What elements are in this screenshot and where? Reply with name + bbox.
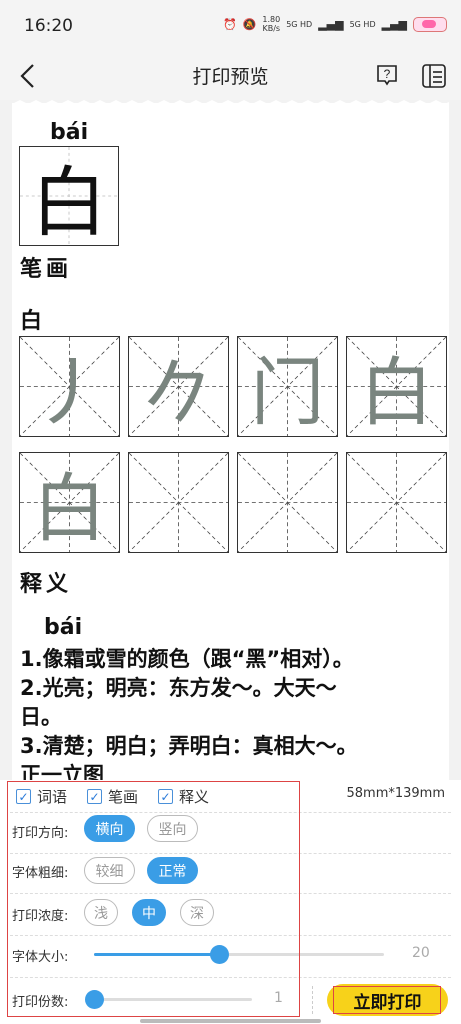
stroke-cell bbox=[128, 452, 229, 553]
density-dark-button[interactable]: 深 bbox=[180, 899, 214, 926]
alarm-icon: ⏰ bbox=[222, 17, 237, 31]
print-now-button[interactable]: 立即打印 bbox=[327, 984, 448, 1016]
net-speed-value: 1.80 bbox=[262, 15, 281, 24]
stroke-cell-character bbox=[347, 453, 446, 552]
meaning-line: 2.光亮；明亮：东方发～。大天～ bbox=[20, 676, 337, 700]
divider bbox=[10, 812, 451, 813]
home-indicator bbox=[140, 1019, 321, 1023]
meaning-line: 1.像霜或雪的颜色（跟“黑”相对）。 bbox=[20, 647, 354, 671]
meaning-line: 3.清楚；明白；弄明白：真相大～。 bbox=[20, 734, 358, 758]
copies-label: 打印份数: bbox=[12, 995, 69, 1010]
mute-bell-icon: 🔕 bbox=[242, 17, 257, 31]
content-checkboxes: ✓ 词语 ✓ 笔画 ✓ 释义 bbox=[16, 786, 225, 807]
font-size-slider[interactable] bbox=[94, 945, 384, 964]
meaning-line: 日。 bbox=[20, 705, 62, 729]
divider bbox=[10, 977, 451, 978]
divider bbox=[10, 853, 451, 854]
thickness-thin-button[interactable]: 较细 bbox=[84, 857, 135, 884]
stroke-character-label: 白 bbox=[20, 309, 43, 334]
direction-portrait-button[interactable]: 竖向 bbox=[147, 815, 198, 842]
status-icons: ⏰ 🔕 1.80 KB/s 5G HD ▂▄▆ 5G HD ▂▄▆ bbox=[223, 15, 447, 33]
net-speed: 1.80 KB/s bbox=[262, 15, 280, 33]
svg-text:?: ? bbox=[384, 67, 391, 81]
paper-size: 58mm*139mm bbox=[346, 786, 445, 801]
copies-value: 1 bbox=[274, 990, 283, 1006]
direction-label: 打印方向: bbox=[12, 826, 69, 841]
stroke-cell: 白 bbox=[346, 336, 447, 437]
signal-1: 5G HD bbox=[286, 19, 313, 29]
font-size-value: 20 bbox=[412, 945, 430, 961]
stroke-cell-character: 白 bbox=[359, 350, 434, 436]
thickness-label: 字体粗细: bbox=[12, 866, 69, 881]
meaning-section-title: 释义 bbox=[20, 572, 73, 597]
meaning-line: 正一立图 bbox=[20, 763, 104, 780]
checkbox-label: 笔画 bbox=[108, 788, 139, 806]
checkbox-check-icon: ✓ bbox=[16, 789, 31, 804]
font-size-slider-fill bbox=[94, 953, 219, 956]
nav-bar: 打印预览 ? bbox=[0, 52, 461, 100]
meaning-list: 1.像霜或雪的颜色（跟“黑”相对）。 2.光亮；明亮：东方发～。大天～ 日。 3… bbox=[20, 645, 445, 780]
stroke-cell-character: 𠂊 bbox=[141, 350, 216, 436]
stroke-cell: 门 bbox=[237, 336, 338, 437]
checkbox-label: 释义 bbox=[179, 788, 210, 806]
stroke-cell-character: 白 bbox=[32, 466, 107, 552]
thickness-normal-button[interactable]: 正常 bbox=[147, 857, 198, 884]
stroke-cell-character: 丿 bbox=[32, 350, 107, 436]
battery-icon bbox=[413, 16, 447, 32]
signal-bars-icon-2: ▂▄▆ bbox=[381, 17, 407, 31]
copies-slider[interactable] bbox=[85, 990, 252, 1009]
meaning-pinyin: bái bbox=[44, 615, 83, 640]
density-light-button[interactable]: 浅 bbox=[84, 899, 118, 926]
main-character: 白 bbox=[31, 158, 107, 247]
direction-landscape-button[interactable]: 横向 bbox=[84, 815, 135, 842]
density-label: 打印浓度: bbox=[12, 909, 69, 924]
checkbox-check-icon: ✓ bbox=[158, 789, 174, 804]
stroke-cell: 白 bbox=[19, 452, 120, 553]
stroke-cell: 丿 bbox=[19, 336, 120, 437]
net-speed-unit: KB/s bbox=[262, 24, 281, 33]
stroke-cell-character bbox=[129, 453, 228, 552]
copies-slider-thumb[interactable] bbox=[85, 990, 104, 1009]
signal-2: 5G HD bbox=[349, 19, 376, 29]
divider bbox=[10, 935, 451, 936]
checkbox-strokes[interactable]: ✓ 笔画 bbox=[87, 786, 138, 807]
checkbox-meaning[interactable]: ✓ 释义 bbox=[158, 786, 209, 807]
stroke-cell bbox=[346, 452, 447, 553]
font-size-slider-thumb[interactable] bbox=[209, 945, 229, 964]
divider bbox=[10, 893, 451, 894]
stroke-cell-character bbox=[238, 453, 337, 552]
stroke-cell: 𠂊 bbox=[128, 336, 229, 437]
stroke-section-title: 笔画 bbox=[20, 257, 73, 282]
density-medium-button[interactable]: 中 bbox=[132, 899, 166, 926]
status-time: 16:20 bbox=[24, 16, 73, 36]
font-size-label: 字体大小: bbox=[12, 950, 69, 965]
signal-bars-icon: ▂▄▆ bbox=[318, 17, 344, 31]
stroke-cell bbox=[237, 452, 338, 553]
status-bar: 16:20 ⏰ 🔕 1.80 KB/s 5G HD ▂▄▆ 5G HD ▂▄▆ bbox=[0, 0, 461, 52]
checkbox-words[interactable]: ✓ 词语 bbox=[16, 786, 67, 807]
separator bbox=[312, 986, 313, 1014]
help-icon[interactable]: ? bbox=[375, 63, 399, 87]
stroke-cell-character: 门 bbox=[250, 350, 325, 436]
menu-list-icon[interactable] bbox=[421, 63, 447, 89]
character-box: 白 bbox=[19, 146, 119, 247]
print-preview-paper: bái 白 笔画 白 丿𠂊门白白 释义 bái 1.像霜或雪的颜色（跟“黑”相对… bbox=[12, 103, 449, 780]
checkbox-check-icon: ✓ bbox=[87, 789, 103, 804]
checkbox-label: 词语 bbox=[37, 788, 68, 806]
